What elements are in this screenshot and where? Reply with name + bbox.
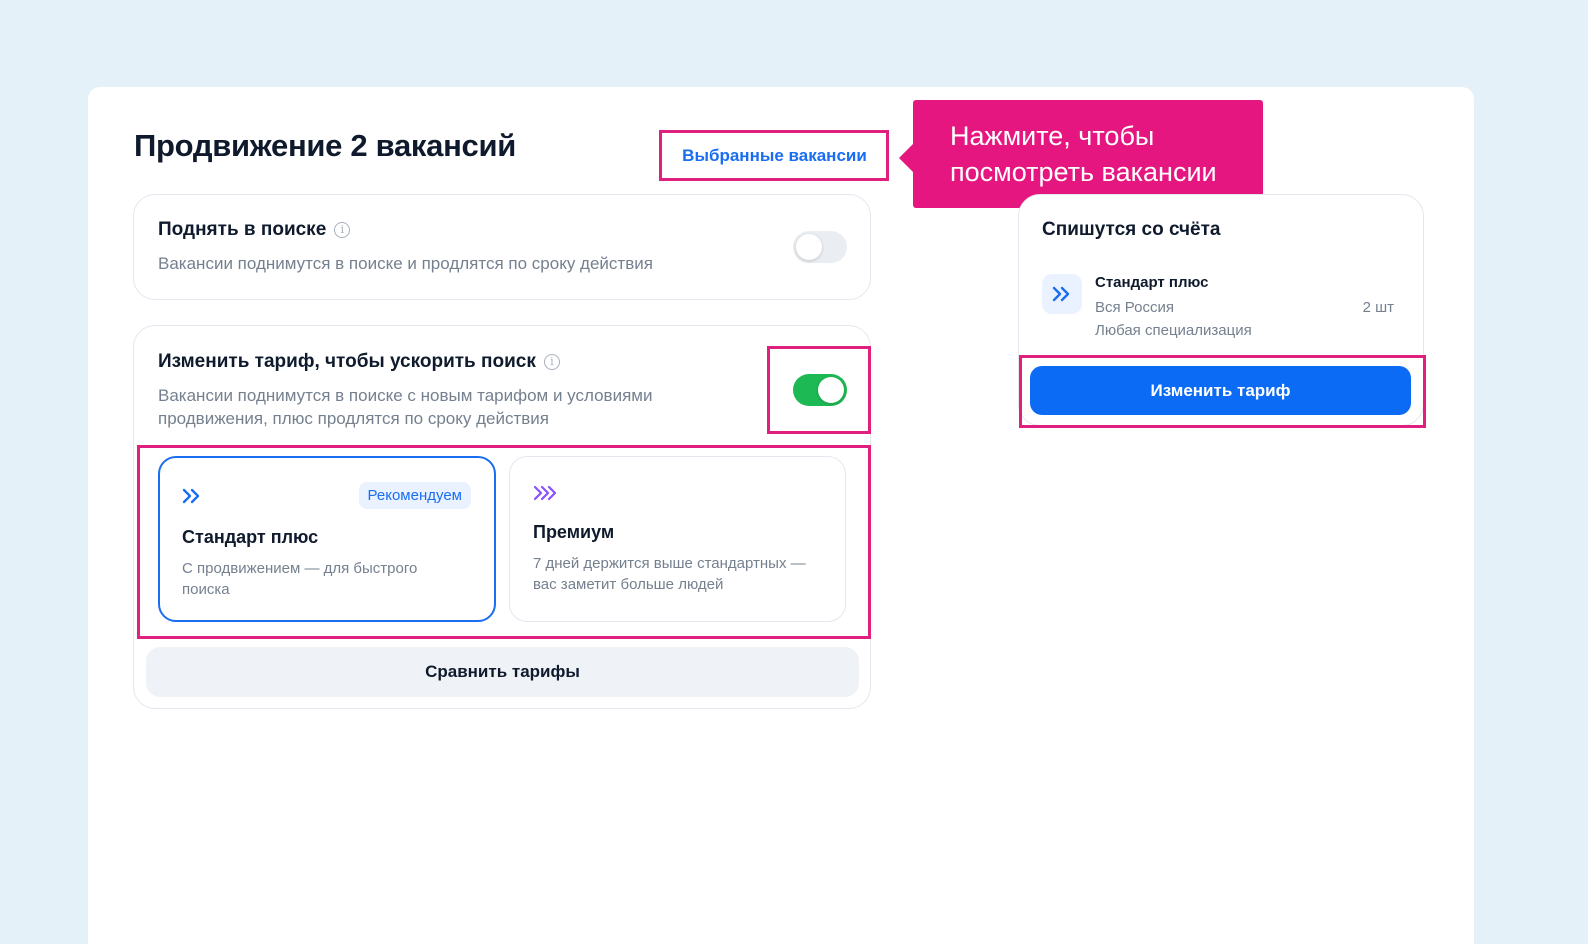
change-tariff-button[interactable]: Изменить тариф (1030, 366, 1411, 415)
tariff-description-line2: поиска (182, 581, 230, 598)
raise-in-search-card (133, 194, 871, 300)
summary-tariff-name: Стандарт плюс (1095, 274, 1209, 291)
info-icon[interactable]: i (543, 354, 560, 370)
recommended-badge: Рекомендуем (358, 482, 471, 509)
hint-callout: Нажмите, чтобы посмотреть вакансии (899, 100, 1263, 208)
change-tariff-description-line1: Вакансии поднимутся в поиске с новым тар… (158, 386, 653, 405)
hint-callout-line2: посмотреть вакансии (950, 157, 1217, 187)
change-tariff-description: Вакансии поднимутся в поиске с новым тар… (158, 384, 758, 430)
change-tariff-title-row: Изменить тариф, чтобы ускорить поиск i (158, 351, 560, 373)
tariff-name: Премиум (533, 522, 615, 542)
tariff-description: С продвижением — для быстрого поиска (182, 558, 472, 600)
double-chevron-icon (1052, 286, 1070, 302)
triple-chevron-icon (533, 485, 557, 501)
info-icon[interactable]: i (334, 222, 351, 238)
change-tariff-toggle[interactable] (793, 374, 847, 406)
tariff-description-line1: С продвижением — для быстрого (182, 560, 418, 577)
toggle-knob (818, 377, 844, 403)
summary-specialization: Любая специализация (1095, 322, 1252, 339)
change-tariff-description-line2: продвижения, плюс продлятся по сроку дей… (158, 409, 549, 428)
hint-callout-line1: Нажмите, чтобы (950, 121, 1155, 151)
double-chevron-icon (182, 488, 200, 504)
tariff-option-standard-plus[interactable]: Рекомендуем Стандарт плюс С продвижением… (158, 456, 496, 622)
tariff-description-line1: 7 дней держится выше стандартных — (533, 555, 806, 572)
raise-in-search-description: Вакансии поднимутся в поиске и продлятся… (158, 254, 653, 273)
summary-region: Вся Россия (1095, 299, 1174, 316)
summary-quantity: 2 шт (1362, 299, 1394, 316)
raise-in-search-toggle[interactable] (793, 231, 847, 263)
tariff-name: Стандарт плюс (182, 527, 319, 547)
change-tariff-title: Изменить тариф, чтобы ускорить поиск (158, 351, 536, 372)
summary-title: Спишутся со счёта (1042, 219, 1221, 240)
compare-tariffs-button[interactable]: Сравнить тарифы (146, 647, 859, 697)
page-title: Продвижение 2 вакансий (134, 128, 516, 163)
raise-in-search-title-row: Поднять в поиске i (158, 219, 351, 241)
toggle-knob (796, 234, 822, 260)
selected-vacancies-link[interactable]: Выбранные вакансии (660, 131, 889, 181)
summary-tariff-icon (1042, 274, 1082, 314)
tariff-description: 7 дней держится выше стандартных — вас з… (533, 553, 833, 595)
tariff-description-line2: вас заметит больше людей (533, 576, 724, 593)
raise-in-search-title: Поднять в поиске (158, 219, 327, 240)
tariff-option-premium[interactable]: Премиум 7 дней держится выше стандартных… (509, 456, 846, 622)
